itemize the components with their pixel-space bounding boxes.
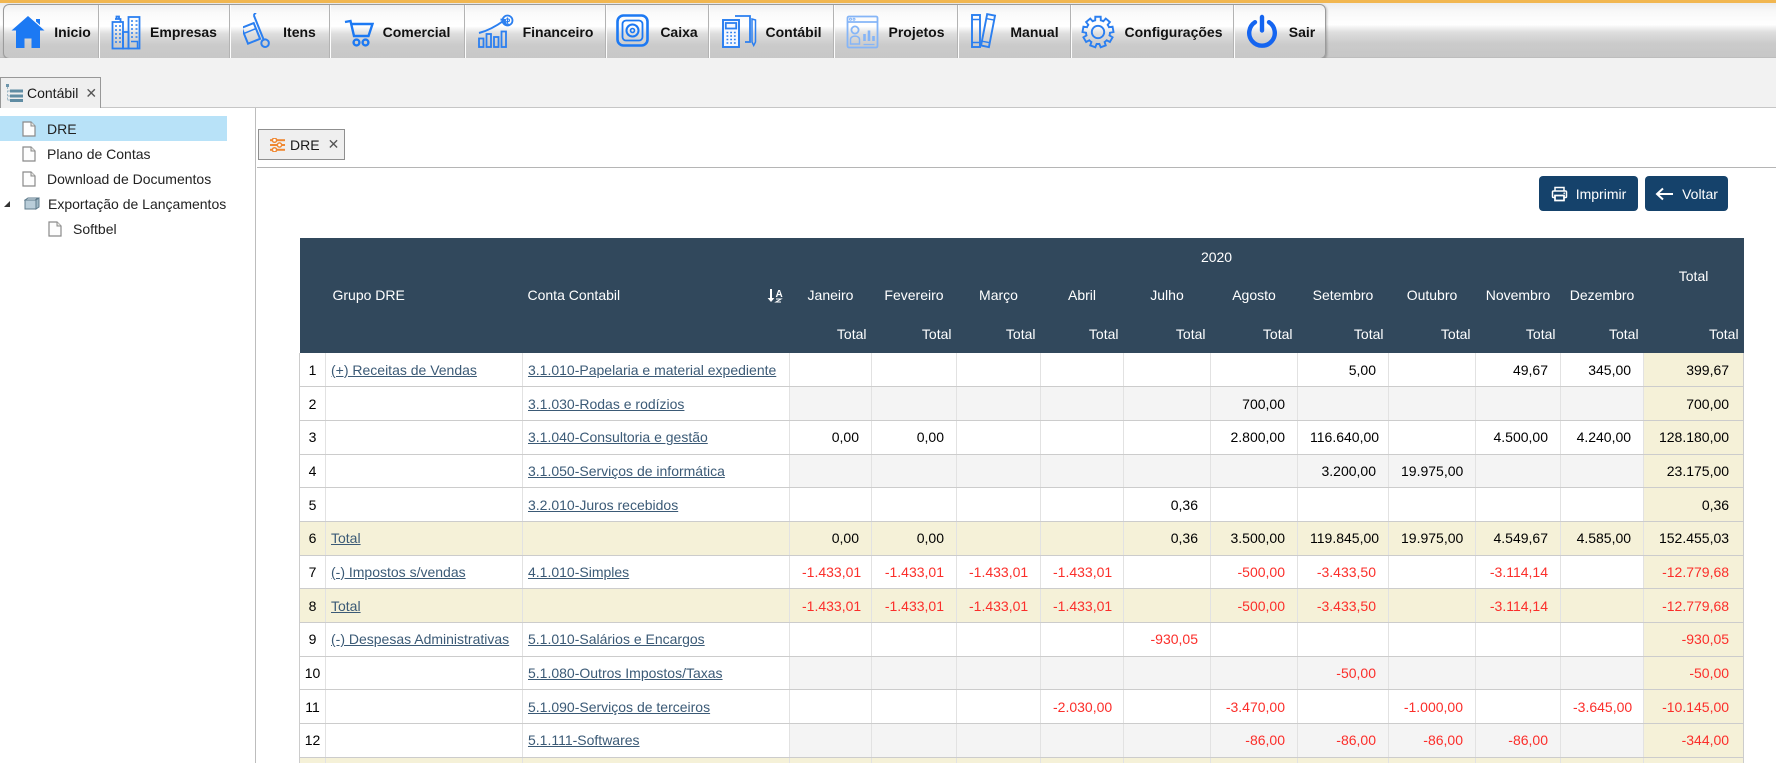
svg-text:A: A	[775, 289, 782, 300]
